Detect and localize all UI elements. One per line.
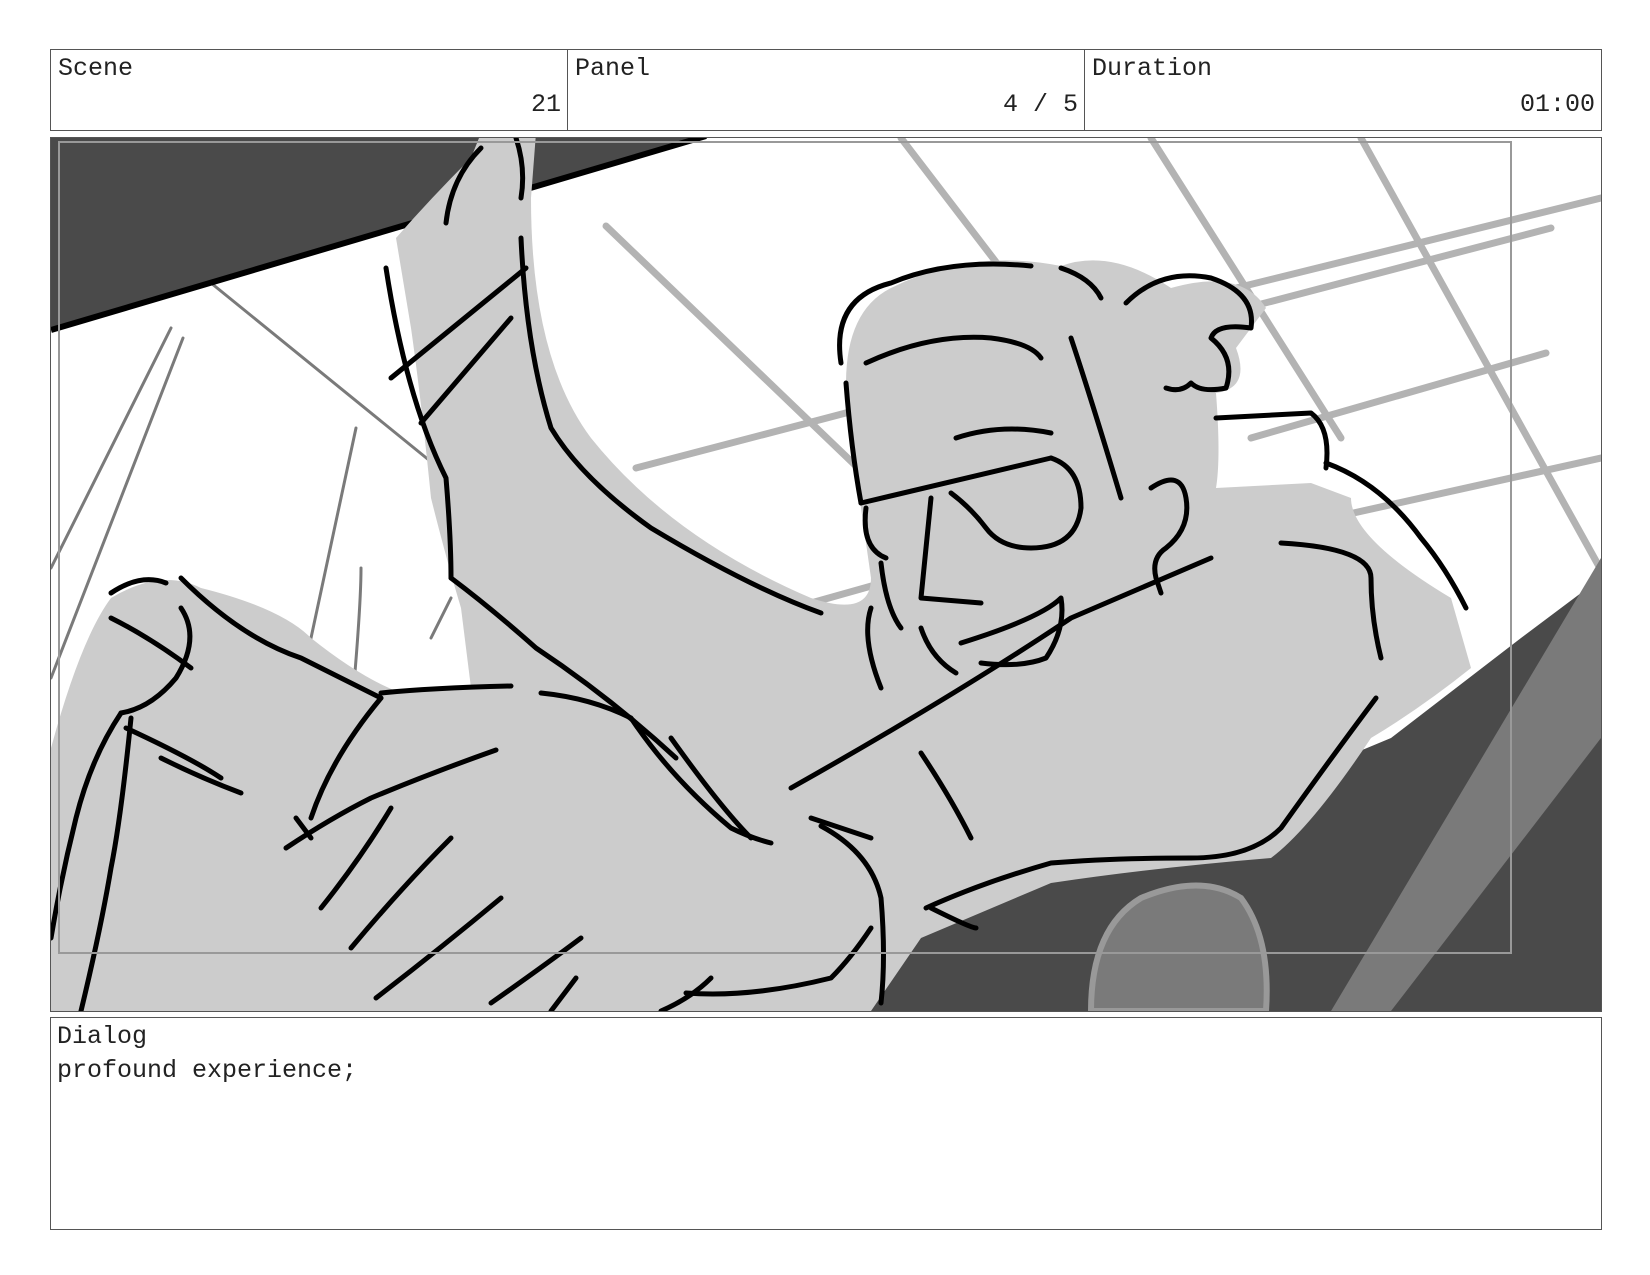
dialog-label: Dialog (57, 1022, 148, 1051)
storyboard-frame (50, 137, 1602, 1012)
panel-cell: Panel 4 / 5 (568, 50, 1085, 130)
panel-label: Panel (575, 54, 651, 83)
dialog-text: profound experience; (57, 1056, 358, 1085)
storyboard-header: Scene 21 Panel 4 / 5 Duration 01:00 (50, 49, 1602, 131)
duration-cell: Duration 01:00 (1085, 50, 1601, 130)
storyboard-sketch (51, 138, 1601, 1011)
dialog-box: Dialog profound experience; (50, 1017, 1602, 1230)
duration-value: 01:00 (1519, 90, 1595, 119)
scene-cell: Scene 21 (51, 50, 568, 130)
scene-number: 21 (530, 90, 561, 119)
panel-number: 4 / 5 (1002, 90, 1078, 119)
scene-label: Scene (58, 54, 134, 83)
duration-label: Duration (1092, 54, 1213, 83)
